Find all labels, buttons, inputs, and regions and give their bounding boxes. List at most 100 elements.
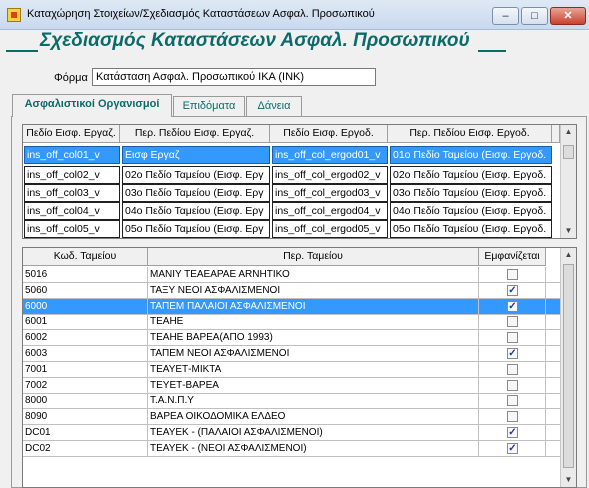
fund-desc-cell[interactable]: ΒΑΡΕΑ ΟΙΚΟΔΟΜΙΚΑ ΕΛΔΕΟ <box>148 409 479 426</box>
fund-code-cell[interactable]: 6001 <box>23 314 148 331</box>
fund-desc-cell[interactable]: ΤΕΑΥΕΤ-ΜΙΚΤΑ <box>148 361 479 378</box>
table-cell[interactable]: 02ο Πεδίο Ταμείου (Εισφ. Εργοδ. <box>390 166 552 184</box>
shown-checkbox[interactable] <box>507 379 518 391</box>
shown-cell: ✓ <box>479 440 546 457</box>
table-row[interactable]: 8000 Τ.Α.Ν.Π.Υ <box>23 393 560 410</box>
table-row[interactable]: 8090 ΒΑΡΕΑ ΟΙΚΟΔΟΜΙΚΑ ΕΛΔΕΟ <box>23 409 560 426</box>
checkmark-icon: ✓ <box>508 300 517 312</box>
form-label: Φόρμα <box>54 72 88 84</box>
shown-checkbox[interactable]: ✓ <box>507 300 518 312</box>
col-header-er-field[interactable]: Πεδίο Εισφ. Εργοδ. <box>270 125 388 143</box>
form-field[interactable] <box>92 68 376 86</box>
table-cell[interactable]: ins_off_col_ergod03_v <box>272 184 388 202</box>
fund-desc-cell[interactable]: ΤΕΑΥΕΚ - (ΠΑΛΑΙΟΙ ΑΣΦΑΛΙΣΜΕΝΟΙ) <box>148 425 479 441</box>
funds-grid: Κωδ. Ταμείου Περ. Ταμείου Εμφανίζεται 50… <box>22 247 577 488</box>
table-row[interactable]: 7002 ΤΕΥΕΤ-ΒΑΡΕΑ <box>23 377 560 394</box>
table-cell[interactable]: ins_off_col01_v <box>24 146 120 164</box>
table-row[interactable]: 5060 ΤΑΞΥ ΝΕΟΙ ΑΣΦΑΛΙΣΜΕΝΟΙ ✓ <box>23 282 560 299</box>
fund-desc-cell[interactable]: ΤΕΑΗΕ ΒΑΡΕΑ(ΑΠΟ 1993) <box>148 330 479 347</box>
table-row[interactable]: 6001 ΤΕΑΗΕ <box>23 314 560 331</box>
shown-checkbox[interactable] <box>507 395 518 407</box>
shown-checkbox[interactable] <box>507 332 518 344</box>
shown-checkbox[interactable] <box>507 269 518 280</box>
fund-desc-cell[interactable]: ΤΑΞΥ ΝΕΟΙ ΑΣΦΑΛΙΣΜΕΝΟΙ <box>148 282 479 299</box>
table-cell[interactable]: ins_off_col_ergod02_v <box>272 166 388 184</box>
scroll-thumb[interactable] <box>563 145 574 159</box>
scroll-up-icon[interactable]: ▲ <box>561 248 576 262</box>
fund-code-cell[interactable]: 5016 <box>23 267 148 283</box>
table-cell[interactable]: ins_off_col05_v <box>24 220 120 238</box>
fund-desc-cell[interactable]: ΤΕΑΥΕΚ - (ΝΕΟΙ ΑΣΦΑΛΙΣΜΕΝΟΙ) <box>148 440 479 457</box>
shown-cell <box>479 377 546 394</box>
fund-code-cell[interactable]: 5060 <box>23 282 148 299</box>
scroll-down-icon[interactable]: ▼ <box>561 224 576 238</box>
table-cell[interactable]: 02ο Πεδίο Ταμείου (Εισφ. Εργ <box>122 166 270 184</box>
table-row[interactable]: DC01 ΤΕΑΥΕΚ - (ΠΑΛΑΙΟΙ ΑΣΦΑΛΙΣΜΕΝΟΙ) ✓ <box>23 425 560 441</box>
table-cell[interactable]: ins_off_col_ergod01_v <box>272 146 388 164</box>
close-button[interactable]: ✕ <box>550 7 586 25</box>
fund-desc-cell[interactable]: ΤΕΥΕΤ-ΒΑΡΕΑ <box>148 377 479 394</box>
shown-checkbox[interactable] <box>507 363 518 375</box>
shown-checkbox[interactable]: ✓ <box>507 284 518 296</box>
shown-checkbox[interactable]: ✓ <box>507 442 518 454</box>
scroll-thumb[interactable] <box>563 264 574 468</box>
col-header-er-desc[interactable]: Περ. Πεδίου Εισφ. Εργοδ. <box>388 125 552 143</box>
shown-cell <box>479 361 546 378</box>
fund-desc-cell[interactable]: ΤΑΠΕΜ ΠΑΛΑΙΟΙ ΑΣΦΑΛΙΣΜΕΝΟΙ <box>148 298 479 315</box>
table-cell[interactable]: 01ο Πεδίο Ταμείου (Εισφ. Εργοδ. <box>390 146 552 164</box>
col-header-fund-code[interactable]: Κωδ. Ταμείου <box>23 248 148 266</box>
shown-checkbox[interactable] <box>507 316 518 328</box>
table-row[interactable]: 5016 ΜΑΝΙΥ ΤΕΑΕΑΡΑΕ ΑRΝΗΤΙΚΟ <box>23 267 560 283</box>
fund-desc-cell[interactable]: ΤΑΠΕΜ ΝΕΟΙ ΑΣΦΑΛΙΣΜΕΝΟΙ <box>148 346 479 362</box>
table-cell[interactable]: 03ο Πεδίο Ταμείου (Εισφ. Εργ <box>122 184 270 202</box>
fund-code-cell[interactable]: 6002 <box>23 330 148 347</box>
table-cell[interactable]: ins_off_col04_v <box>24 202 120 220</box>
heading-rule-right <box>478 50 506 52</box>
col-header-fund-desc[interactable]: Περ. Ταμείου <box>148 248 479 266</box>
table-cell[interactable]: 03ο Πεδίο Ταμείου (Εισφ. Εργοδ. <box>390 184 552 202</box>
table-cell[interactable]: ins_off_col_ergod05_v <box>272 220 388 238</box>
table-row[interactable]: 7001 ΤΕΑΥΕΤ-ΜΙΚΤΑ <box>23 361 560 378</box>
fund-code-cell[interactable]: 8000 <box>23 393 148 410</box>
minimize-button[interactable]: – <box>492 7 519 25</box>
tab-loans[interactable]: Δάνεια <box>246 96 302 116</box>
fund-desc-cell[interactable]: Τ.Α.Ν.Π.Υ <box>148 393 479 410</box>
top-grid-scrollbar[interactable]: ▲ ▼ <box>560 125 576 238</box>
table-cell[interactable]: 04ο Πεδίο Ταμείου (Εισφ. Εργ <box>122 202 270 220</box>
maximize-button[interactable]: □ <box>521 7 548 25</box>
scroll-down-icon[interactable]: ▼ <box>561 473 576 487</box>
shown-checkbox[interactable]: ✓ <box>507 348 518 359</box>
fund-code-cell[interactable]: 8090 <box>23 409 148 426</box>
table-row[interactable]: 6002 ΤΕΑΗΕ ΒΑΡΕΑ(ΑΠΟ 1993) <box>23 330 560 347</box>
table-row[interactable]: 6000 ΤΑΠΕΜ ΠΑΛΑΙΟΙ ΑΣΦΑΛΙΣΜΕΝΟΙ ✓ <box>23 298 560 315</box>
table-row[interactable]: DC02 ΤΕΑΥΕΚ - (ΝΕΟΙ ΑΣΦΑΛΙΣΜΕΝΟΙ) ✓ <box>23 440 560 457</box>
col-header-shown[interactable]: Εμφανίζεται <box>479 248 546 266</box>
table-cell[interactable]: 05ο Πεδίο Ταμείου (Εισφ. Εργ <box>122 220 270 238</box>
title-bar: Καταχώρηση Στοιχείων/Σχεδιασμός Καταστάσ… <box>0 0 589 30</box>
tab-allowances[interactable]: Επιδόματα <box>173 96 245 116</box>
fund-code-cell[interactable]: 6003 <box>23 346 148 362</box>
table-row[interactable]: 6003 ΤΑΠΕΜ ΝΕΟΙ ΑΣΦΑΛΙΣΜΕΝΟΙ ✓ <box>23 346 560 362</box>
fund-code-cell[interactable]: DC02 <box>23 440 148 457</box>
col-header-emp-desc[interactable]: Περ. Πεδίου Εισφ. Εργαζ. <box>120 125 270 143</box>
checkmark-icon: ✓ <box>508 284 517 296</box>
shown-checkbox[interactable]: ✓ <box>507 427 518 438</box>
table-cell[interactable]: Εισφ Εργαζ <box>122 146 270 164</box>
fund-code-cell[interactable]: DC01 <box>23 425 148 441</box>
fund-desc-cell[interactable]: ΤΕΑΗΕ <box>148 314 479 331</box>
funds-grid-scrollbar[interactable]: ▲ ▼ <box>560 248 576 487</box>
scroll-up-icon[interactable]: ▲ <box>561 125 576 139</box>
table-cell[interactable]: ins_off_col02_v <box>24 166 120 184</box>
fund-desc-cell[interactable]: ΜΑΝΙΥ ΤΕΑΕΑΡΑΕ ΑRΝΗΤΙΚΟ <box>148 267 479 283</box>
col-header-emp-field[interactable]: Πεδίο Εισφ. Εργαζ. <box>23 125 120 143</box>
shown-checkbox[interactable] <box>507 411 518 423</box>
table-cell[interactable]: ins_off_col03_v <box>24 184 120 202</box>
tab-insurance-orgs[interactable]: Ασφαλιστικοί Οργανισμοί <box>12 94 172 117</box>
fund-code-cell[interactable]: 7002 <box>23 377 148 394</box>
fund-code-cell[interactable]: 6000 <box>23 298 148 315</box>
table-cell[interactable]: ins_off_col_ergod04_v <box>272 202 388 220</box>
table-cell[interactable]: 04ο Πεδίο Ταμείου (Εισφ. Εργοδ. <box>390 202 552 220</box>
fund-code-cell[interactable]: 7001 <box>23 361 148 378</box>
table-cell[interactable]: 05ο Πεδίο Ταμείου (Εισφ. Εργοδ. <box>390 220 552 238</box>
shown-cell <box>479 267 546 283</box>
